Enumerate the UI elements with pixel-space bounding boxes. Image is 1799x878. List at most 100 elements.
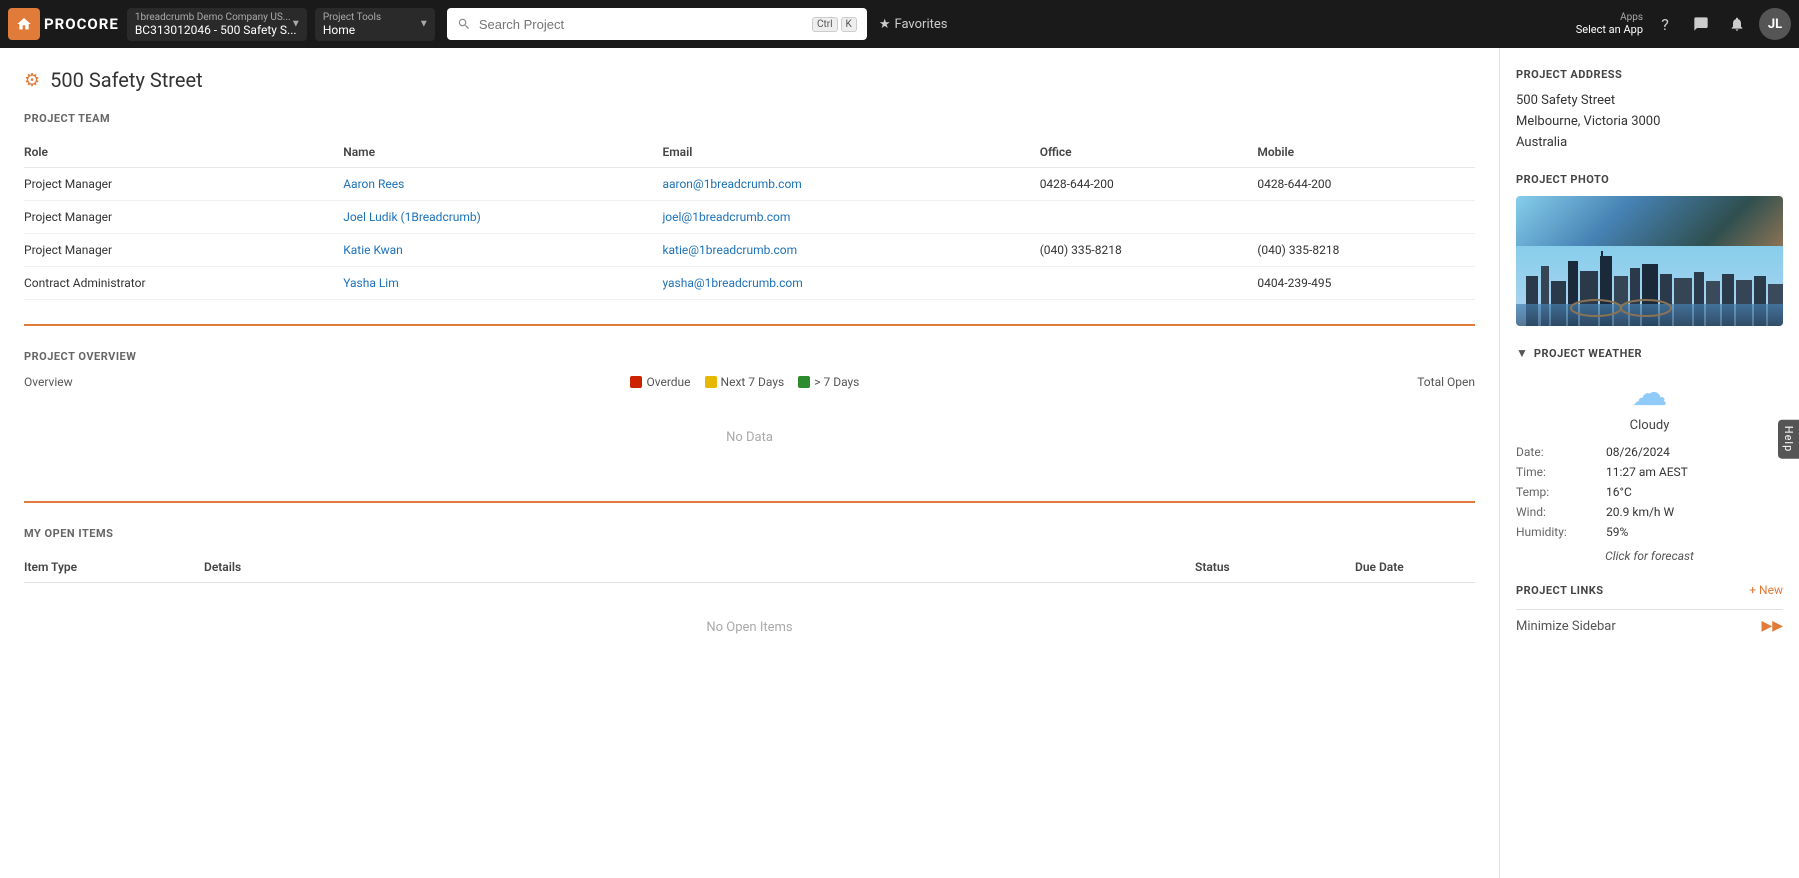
team-name-cell: Joel Ludik (1Breadcrumb) (343, 201, 662, 234)
settings-icon[interactable]: ⚙ (24, 70, 40, 91)
overview-no-data: No Data (24, 397, 1475, 477)
project-team-section: PROJECT TEAM Role Name Email Office Mobi… (24, 112, 1475, 300)
breadcrumb-project-label: BC313012046 - 500 Safety S... (135, 23, 299, 37)
weather-temp-val: 16°C (1606, 485, 1783, 499)
collapse-weather-icon: ▼ (1516, 346, 1528, 360)
procore-logo: PROCORE (44, 15, 119, 33)
search-k-key: K (841, 17, 857, 32)
right-sidebar: PROJECT ADDRESS 500 Safety Street Melbou… (1499, 48, 1799, 878)
items-table-header: Item Type Details Status Due Date (24, 552, 1475, 583)
team-col-email: Email (662, 137, 1039, 168)
open-items-no-data: No Open Items (24, 587, 1475, 667)
weather-icon-area: ☁ (1516, 372, 1783, 414)
items-col-type: Item Type (24, 560, 204, 574)
team-email-cell[interactable]: aaron@1breadcrumb.com (662, 168, 1039, 201)
legend-item: Overdue (630, 375, 690, 389)
project-team-table: Role Name Email Office Mobile Project Ma… (24, 137, 1475, 300)
chat-icon-button[interactable] (1687, 10, 1715, 38)
team-role-cell: Project Manager (24, 168, 343, 201)
star-icon: ★ (879, 17, 891, 32)
apps-select-label: Select an App (1576, 23, 1643, 36)
apps-dropdown[interactable]: Apps Select an App (1576, 12, 1643, 36)
legend-item: Next 7 Days (705, 375, 785, 389)
my-open-items-section-title: MY OPEN ITEMS (24, 527, 1475, 540)
breadcrumb-dropdown-icon: ▼ (291, 19, 301, 30)
team-name-cell: Katie Kwan (343, 234, 662, 267)
home-icon-button[interactable] (8, 8, 40, 40)
team-office-cell: (040) 335-8218 (1040, 234, 1258, 267)
minimize-sidebar-button[interactable]: Minimize Sidebar ▶▶ (1516, 609, 1783, 642)
favorites-button[interactable]: ★ Favorites (879, 17, 948, 32)
team-office-cell: 0428-644-200 (1040, 168, 1258, 201)
top-navigation: PROCORE 1breadcrumb Demo Company US... B… (0, 0, 1799, 48)
photo-section-title: PROJECT PHOTO (1516, 173, 1783, 186)
search-icon (457, 17, 471, 31)
team-role-cell: Project Manager (24, 234, 343, 267)
main-layout: ⚙ 500 Safety Street PROJECT TEAM Role Na… (0, 48, 1799, 878)
table-row: Project Manager Aaron Rees aaron@1breadc… (24, 168, 1475, 201)
legend-label-1: Next 7 Days (721, 375, 785, 389)
search-input[interactable] (479, 17, 804, 32)
project-photo-container (1516, 196, 1783, 326)
legend-item: > 7 Days (798, 375, 859, 389)
address-line3: Australia (1516, 135, 1567, 150)
weather-condition-label: Cloudy (1516, 418, 1783, 433)
team-office-cell (1040, 201, 1258, 234)
help-icon-button[interactable]: ? (1651, 10, 1679, 38)
team-name-cell: Yasha Lim (343, 267, 662, 300)
legend-dot-0 (630, 376, 642, 388)
weather-time-label: Time: (1516, 465, 1606, 479)
page-title-row: ⚙ 500 Safety Street (24, 68, 1475, 92)
project-photo (1516, 196, 1783, 326)
team-role-cell: Contract Administrator (24, 267, 343, 300)
team-role-cell: Project Manager (24, 201, 343, 234)
legend-label-2: > 7 Days (814, 375, 859, 389)
favorites-label: Favorites (894, 17, 947, 32)
team-name-cell: Aaron Rees (343, 168, 662, 201)
minimize-sidebar-arrow-icon: ▶▶ (1761, 618, 1783, 634)
help-tab[interactable]: Help (1778, 420, 1799, 459)
legend-dot-2 (798, 376, 810, 388)
topnav-right-section: Apps Select an App ? JL (1576, 8, 1791, 40)
project-team-section-title: PROJECT TEAM (24, 112, 1475, 125)
weather-wind-label: Wind: (1516, 505, 1606, 519)
apps-label: Apps (1620, 12, 1643, 23)
project-tools-value: Home (323, 23, 427, 37)
weather-humidity-val: 59% (1606, 525, 1783, 539)
project-overview-section-title: PROJECT OVERVIEW (24, 350, 1475, 363)
weather-humidity-label: Humidity: (1516, 525, 1606, 539)
weather-time-val: 11:27 am AEST (1606, 465, 1783, 479)
overview-items-divider (24, 501, 1475, 503)
overview-label: Overview (24, 375, 73, 389)
forecast-link[interactable]: Click for forecast (1516, 549, 1783, 563)
new-link-button[interactable]: + New (1749, 583, 1783, 597)
team-col-name: Name (343, 137, 662, 168)
weather-wind-val: 20.9 km/h W (1606, 505, 1783, 519)
weather-date-label: Date: (1516, 445, 1606, 459)
search-shortcut: Ctrl K (812, 17, 857, 32)
content-area: ⚙ 500 Safety Street PROJECT TEAM Role Na… (0, 48, 1499, 878)
team-col-mobile: Mobile (1257, 137, 1475, 168)
weather-date-val: 08/26/2024 (1606, 445, 1783, 459)
team-email-cell[interactable]: katie@1breadcrumb.com (662, 234, 1039, 267)
search-ctrl-key: Ctrl (812, 17, 838, 32)
team-email-cell[interactable]: yasha@1breadcrumb.com (662, 267, 1039, 300)
address-section-title: PROJECT ADDRESS (1516, 68, 1783, 81)
project-links-section: PROJECT LINKS + New (1516, 583, 1783, 597)
overview-header: Overview Overdue Next 7 Days > 7 Days To… (24, 375, 1475, 389)
notifications-icon-button[interactable] (1723, 10, 1751, 38)
project-tools-dropdown[interactable]: Project Tools Home ▼ (315, 8, 435, 41)
breadcrumb-company-project[interactable]: 1breadcrumb Demo Company US... BC3130120… (127, 8, 307, 41)
weather-header[interactable]: ▼ PROJECT WEATHER (1516, 346, 1783, 360)
minimize-sidebar-label: Minimize Sidebar (1516, 619, 1616, 634)
project-overview-section: PROJECT OVERVIEW Overview Overdue Next 7… (24, 350, 1475, 477)
team-mobile-cell (1257, 201, 1475, 234)
items-col-details: Details (204, 560, 1195, 574)
weather-section: ▼ PROJECT WEATHER ☁ Cloudy Date: 08/26/2… (1516, 346, 1783, 563)
user-avatar[interactable]: JL (1759, 8, 1791, 40)
search-bar[interactable]: Ctrl K (447, 8, 867, 40)
team-email-cell[interactable]: joel@1breadcrumb.com (662, 201, 1039, 234)
team-col-office: Office (1040, 137, 1258, 168)
table-row: Project Manager Joel Ludik (1Breadcrumb)… (24, 201, 1475, 234)
items-col-duedate: Due Date (1355, 560, 1475, 574)
